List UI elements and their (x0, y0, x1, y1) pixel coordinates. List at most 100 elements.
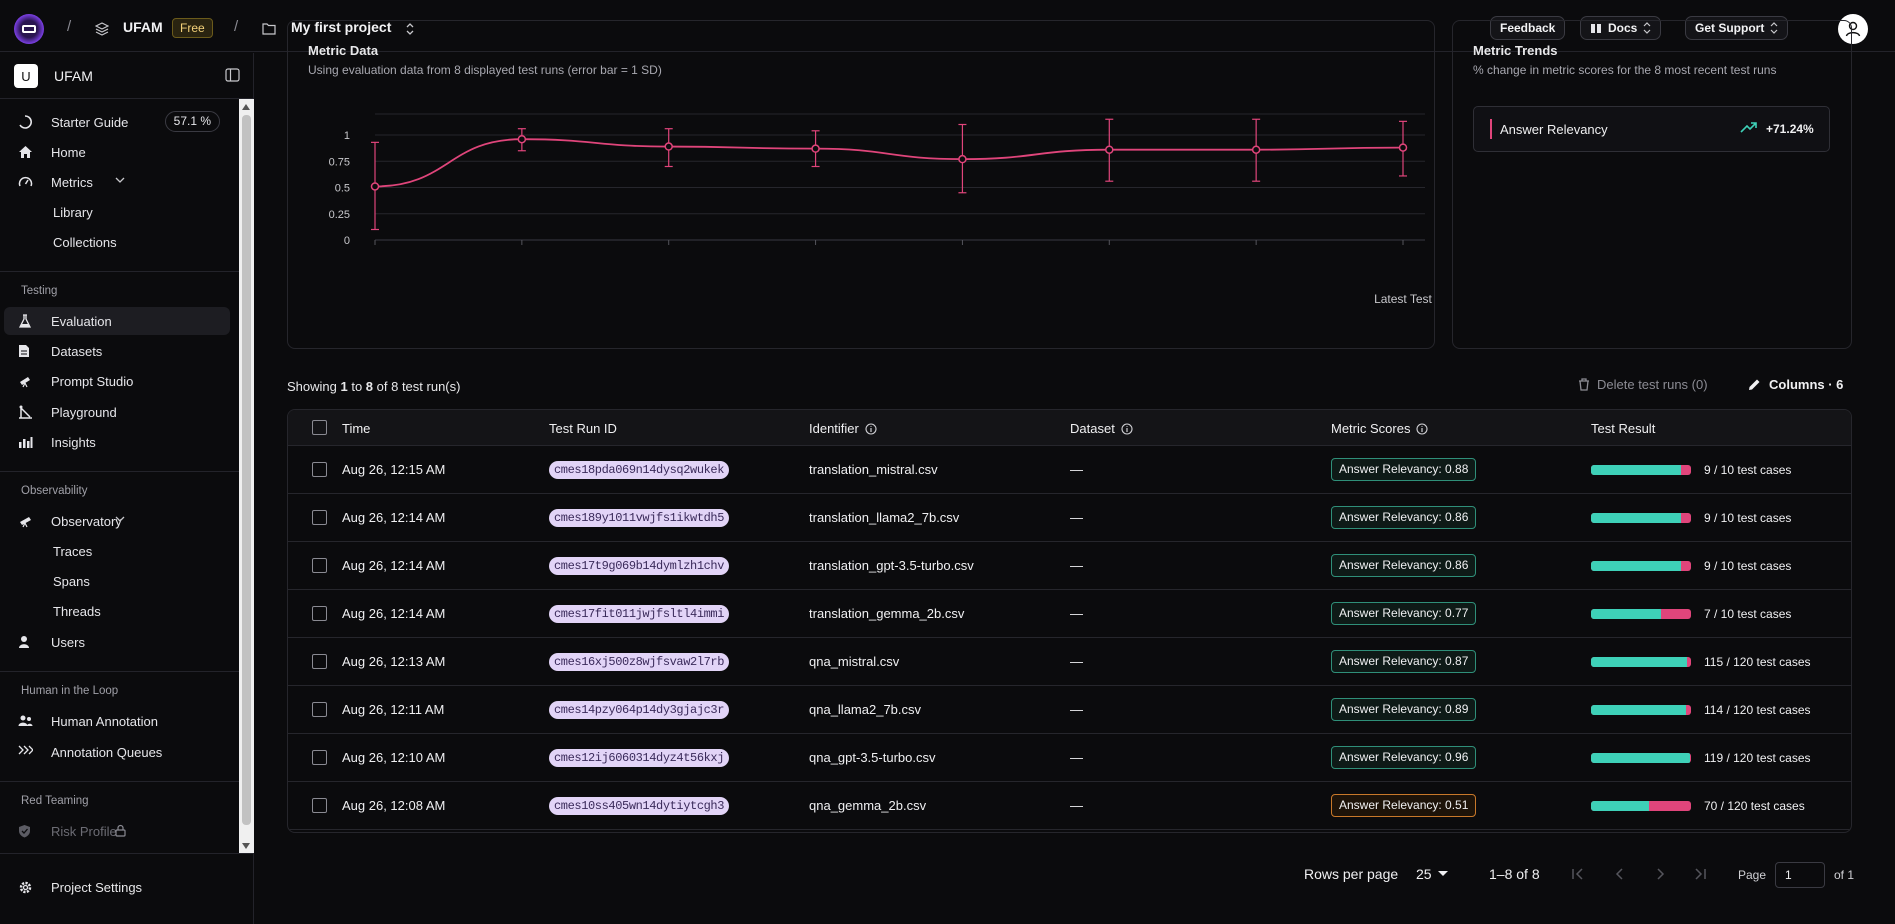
sidebar-item-library[interactable]: Library (4, 198, 230, 226)
passed-fill (1591, 657, 1687, 667)
run-id-chip[interactable]: cmes16xj500z8wjfsvaw2l7rb (549, 653, 730, 671)
sidebar-item-risk-profile[interactable]: Risk Profile (4, 817, 230, 845)
row-dataset: — (1070, 798, 1083, 813)
page-number-input[interactable] (1775, 862, 1825, 888)
test-result-label: 9 / 10 test cases (1704, 511, 1792, 525)
table-row[interactable]: Aug 26, 12:14 AM cmes189y1011vwjfs1ikwtdh… (288, 494, 1851, 542)
table-row[interactable]: Aug 26, 12:13 AM cmes16xj500z8wjfsvaw2l7r… (288, 638, 1851, 686)
row-checkbox[interactable] (312, 606, 327, 621)
sidebar-item-annotation-queues[interactable]: Annotation Queues (4, 738, 230, 766)
row-time: Aug 26, 12:14 AM (342, 510, 446, 525)
metric-score-badge[interactable]: Answer Relevancy: 0.88 (1331, 458, 1477, 481)
sidebar-item-insights[interactable]: Insights (4, 428, 230, 456)
sidebar-toggle-icon[interactable] (225, 68, 240, 82)
row-checkbox[interactable] (312, 510, 327, 525)
run-id-chip[interactable]: cmes17t9g069b14dymlzh1chv (549, 557, 730, 575)
y-tick-label: 1 (344, 130, 350, 142)
metric-score-badge[interactable]: Answer Relevancy: 0.86 (1331, 554, 1477, 577)
sidebar-item-human-annotation[interactable]: Human Annotation (4, 707, 230, 735)
table-row[interactable]: Aug 26, 12:11 AM cmes14pzy064p14dy3gjajc3… (288, 686, 1851, 734)
scroll-up-arrow-icon[interactable] (242, 104, 250, 110)
first-page-icon[interactable] (1570, 866, 1586, 882)
row-time: Aug 26, 12:14 AM (342, 606, 446, 621)
flask-icon (18, 314, 32, 329)
info-icon[interactable] (865, 423, 877, 435)
next-page-icon[interactable] (1652, 866, 1668, 882)
select-all-checkbox[interactable] (312, 420, 327, 435)
run-id-chip[interactable]: cmes18pda069n14dysq2wukek (549, 461, 730, 479)
table-row[interactable]: Aug 26, 12:14 AM cmes17t9g069b14dymlzh1ch… (288, 542, 1851, 590)
row-checkbox[interactable] (312, 702, 327, 717)
run-id-chip[interactable]: cmes189y1011vwjfs1ikwtdh5 (549, 509, 730, 527)
columns-label: Columns · 6 (1769, 376, 1844, 392)
metric-score-badge[interactable]: Answer Relevancy: 0.86 (1331, 506, 1477, 529)
last-page-icon[interactable] (1692, 866, 1708, 882)
info-icon[interactable] (1416, 423, 1429, 435)
sidebar-item-playground[interactable]: Playground (4, 398, 230, 426)
divider (0, 853, 254, 854)
plan-badge: Free (172, 18, 213, 38)
info-icon[interactable] (1121, 423, 1133, 435)
series-color-bar (1490, 119, 1492, 139)
trend-card[interactable]: Answer Relevancy +71.24% (1473, 106, 1830, 152)
test-result-bar (1591, 513, 1691, 523)
sidebar-item-evaluation[interactable]: Evaluation (4, 307, 230, 335)
sidebar-item-traces[interactable]: Traces (4, 537, 230, 565)
delete-test-runs-button[interactable]: Delete test runs (0) (1578, 374, 1708, 394)
y-tick-label: 0 (344, 235, 350, 247)
table-row[interactable]: Aug 26, 12:08 AM cmes10ss405wn14dytiytcgh… (288, 782, 1851, 830)
table-row[interactable]: Aug 26, 12:10 AM cmes12ij6060314dyz4t56kx… (288, 734, 1851, 782)
column-header-identifier[interactable]: Identifier (809, 421, 877, 436)
test-result-label: 115 / 120 test cases (1704, 655, 1811, 669)
sidebar-item-threads[interactable]: Threads (4, 597, 230, 625)
passed-fill (1591, 753, 1691, 763)
org-breadcrumb[interactable]: UFAM (123, 19, 163, 35)
sidebar-item-starter-guide[interactable]: Starter Guide 57.1 % (4, 108, 230, 136)
run-id-chip[interactable]: cmes17fit011jwjfsltl4immi (549, 605, 730, 623)
sidebar-item-users[interactable]: Users (4, 628, 230, 656)
run-id-chip[interactable]: cmes14pzy064p14dy3gjajc3r (549, 701, 730, 719)
column-header-metric-scores[interactable]: Metric Scores (1331, 421, 1429, 436)
run-id-chip[interactable]: cmes12ij6060314dyz4t56kxj (549, 749, 730, 767)
table-row[interactable]: Aug 26, 12:14 AM cmes17fit011jwjfsltl4imm… (288, 590, 1851, 638)
column-header-dataset[interactable]: Dataset (1070, 421, 1133, 436)
column-header-run-id[interactable]: Test Run ID (549, 421, 617, 436)
sidebar-item-project-settings[interactable]: Project Settings (4, 873, 230, 901)
columns-button[interactable]: Columns · 6 (1748, 374, 1843, 394)
column-header-time[interactable]: Time (342, 421, 370, 436)
sidebar-scrollbar[interactable] (239, 99, 254, 853)
sidebar-item-observatory[interactable]: Observatory (4, 507, 230, 535)
sidebar-item-prompt-studio[interactable]: Prompt Studio (4, 367, 230, 395)
metric-score-badge[interactable]: Answer Relevancy: 0.51 (1331, 794, 1477, 817)
rows-per-page-value: 25 (1416, 866, 1432, 882)
sidebar-item-metrics[interactable]: Metrics (4, 168, 230, 196)
row-checkbox[interactable] (312, 558, 327, 573)
sidebar-item-home[interactable]: Home (4, 138, 230, 166)
metric-score-badge[interactable]: Answer Relevancy: 0.89 (1331, 698, 1477, 721)
scrollbar-thumb[interactable] (242, 115, 251, 825)
row-checkbox[interactable] (312, 798, 327, 813)
row-checkbox[interactable] (312, 462, 327, 477)
previous-page-icon[interactable] (1612, 866, 1628, 882)
metric-score-badge[interactable]: Answer Relevancy: 0.96 (1331, 746, 1477, 769)
sidebar-item-datasets[interactable]: Datasets (4, 337, 230, 365)
row-checkbox[interactable] (312, 750, 327, 765)
row-checkbox[interactable] (312, 654, 327, 669)
data-point (811, 144, 820, 153)
sidebar-item-spans[interactable]: Spans (4, 567, 230, 595)
org-switcher[interactable]: U UFAM (14, 63, 240, 89)
sidebar-item-label: Project Settings (51, 879, 143, 895)
metric-score-badge[interactable]: Answer Relevancy: 0.87 (1331, 650, 1477, 673)
row-identifier: translation_gemma_2b.csv (809, 606, 965, 621)
sidebar: U UFAM Starter Guide 57.1 % Home Metrics… (0, 53, 254, 924)
sidebar-item-collections[interactable]: Collections (4, 228, 230, 256)
table-row[interactable]: Aug 26, 12:15 AM cmes18pda069n14dysq2wuke… (288, 446, 1851, 494)
column-header-test-result[interactable]: Test Result (1591, 421, 1655, 436)
app-logo[interactable] (14, 14, 44, 44)
rows-per-page-select[interactable]: 25 (1416, 866, 1448, 882)
panel-title: Metric Trends (1473, 43, 1558, 58)
run-id-chip[interactable]: cmes10ss405wn14dytiytcgh3 (549, 797, 730, 815)
metric-score-badge[interactable]: Answer Relevancy: 0.77 (1331, 602, 1477, 625)
scroll-down-arrow-icon[interactable] (242, 843, 250, 849)
passed-fill (1591, 705, 1686, 715)
